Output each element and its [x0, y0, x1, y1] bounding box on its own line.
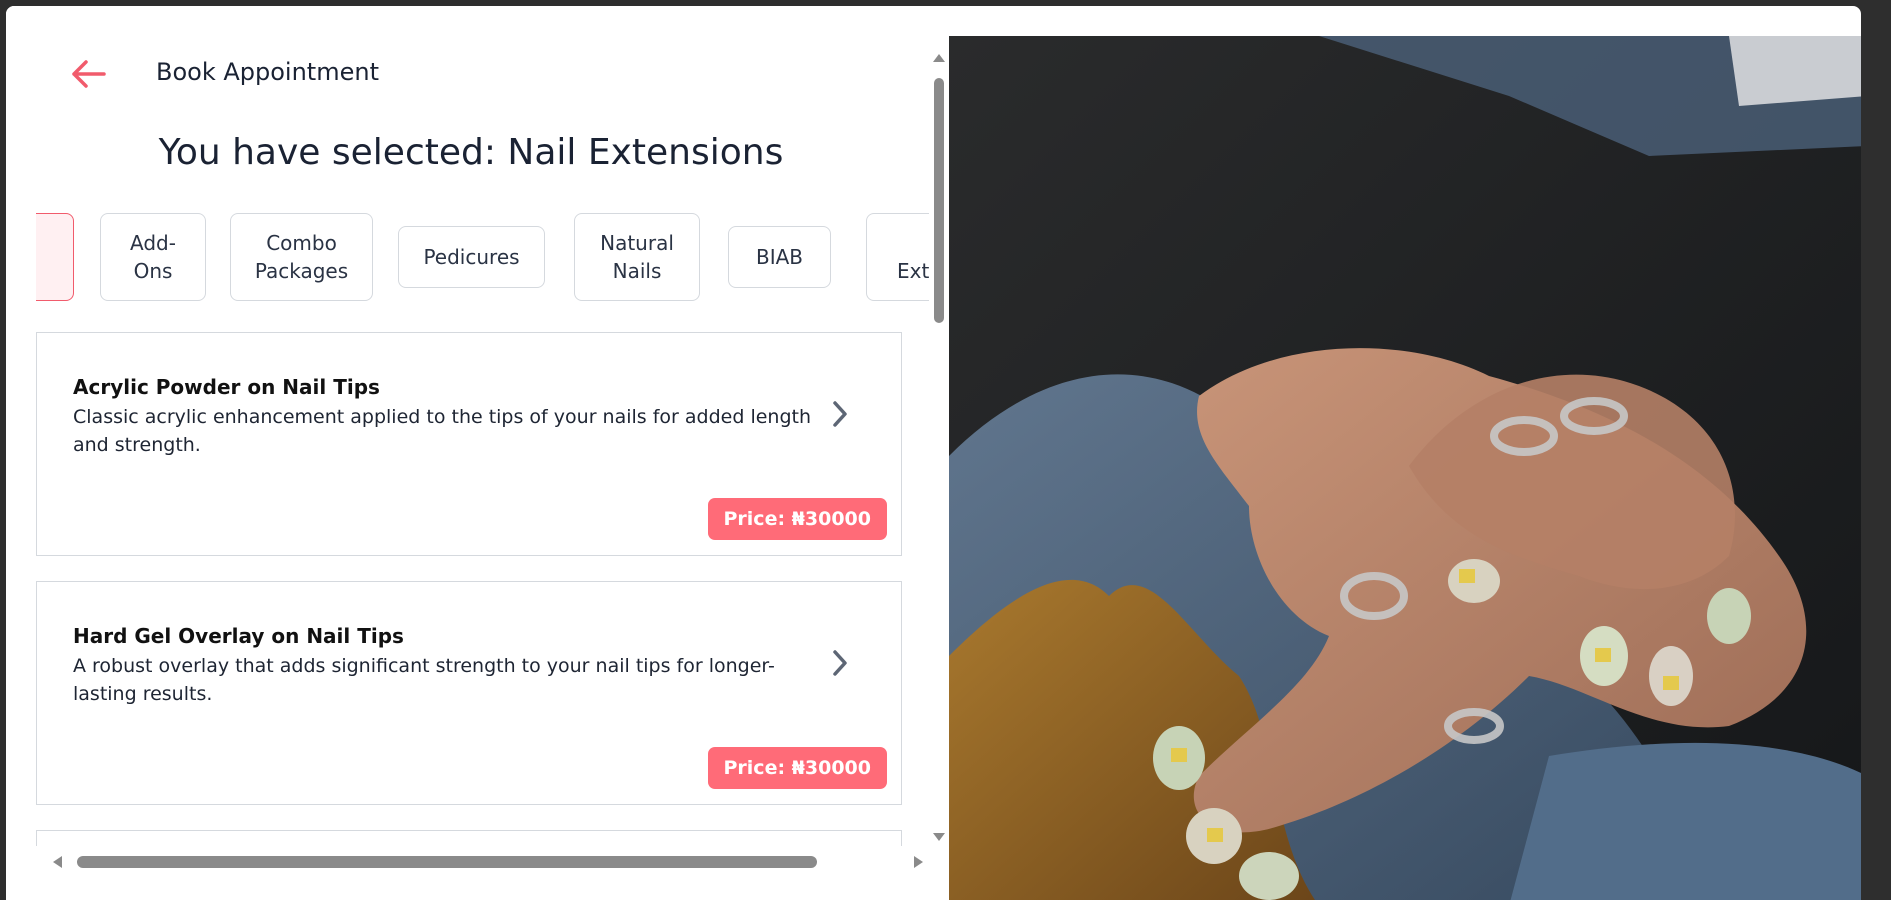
tab-label: Natural Nails — [600, 231, 674, 283]
price-badge: Price: ₦30000 — [707, 498, 887, 540]
chevron-right-icon[interactable] — [825, 399, 855, 429]
service-list: Acrylic Powder on Nail Tips Classic acry… — [36, 326, 904, 846]
price-badge: Price: ₦30000 — [707, 747, 887, 789]
arrow-left-icon — [72, 60, 106, 88]
back-button[interactable] — [64, 50, 112, 98]
tab-extensions[interactable]: Exte — [866, 213, 932, 301]
tab-label: Combo Packages — [254, 231, 349, 283]
hands-with-painted-nails-image — [949, 36, 1861, 900]
tab-biab[interactable]: BIAB — [728, 226, 831, 288]
service-card[interactable]: Acrylic Powder on Nail Tips Classic acry… — [36, 332, 902, 556]
service-card[interactable]: Hard Gel Overlay on Nail Tips A robust o… — [36, 581, 902, 805]
scrollbar-thumb[interactable] — [934, 78, 944, 323]
scroll-up-icon[interactable] — [933, 54, 945, 62]
tab-natural-nails[interactable]: Natural Nails — [574, 213, 700, 301]
vertical-scrollbar[interactable] — [929, 46, 949, 841]
tab-label: Add-Ons — [130, 231, 176, 283]
service-card[interactable] — [36, 830, 902, 846]
scroll-down-icon[interactable] — [933, 833, 945, 841]
tab-active[interactable] — [36, 213, 74, 301]
category-tabs: Add-Ons Combo Packages Pedicures Natural… — [36, 211, 932, 303]
chevron-right-icon[interactable] — [825, 648, 855, 678]
tab-label: Exte — [897, 259, 932, 283]
service-description: A robust overlay that adds significant s… — [73, 655, 775, 705]
booking-panel: Book Appointment You have selected: Nail… — [6, 6, 949, 900]
service-title: Acrylic Powder on Nail Tips — [73, 375, 380, 399]
scroll-left-icon[interactable] — [53, 856, 62, 868]
header: Book Appointment — [6, 6, 936, 136]
tab-pedicures[interactable]: Pedicures — [398, 226, 545, 288]
tab-add-ons[interactable]: Add-Ons — [100, 213, 206, 301]
service-description: Classic acrylic enhancement applied to t… — [73, 406, 812, 456]
page-title: Book Appointment — [156, 58, 379, 86]
booking-modal: Book Appointment You have selected: Nail… — [6, 6, 1861, 900]
selected-category-heading: You have selected: Nail Extensions — [158, 132, 784, 173]
tab-combo-packages[interactable]: Combo Packages — [230, 213, 373, 301]
scrollbar-thumb[interactable] — [77, 856, 817, 868]
hero-photo — [949, 36, 1861, 900]
scroll-right-icon[interactable] — [914, 856, 923, 868]
horizontal-scrollbar[interactable] — [46, 849, 926, 873]
service-title: Hard Gel Overlay on Nail Tips — [73, 624, 404, 648]
